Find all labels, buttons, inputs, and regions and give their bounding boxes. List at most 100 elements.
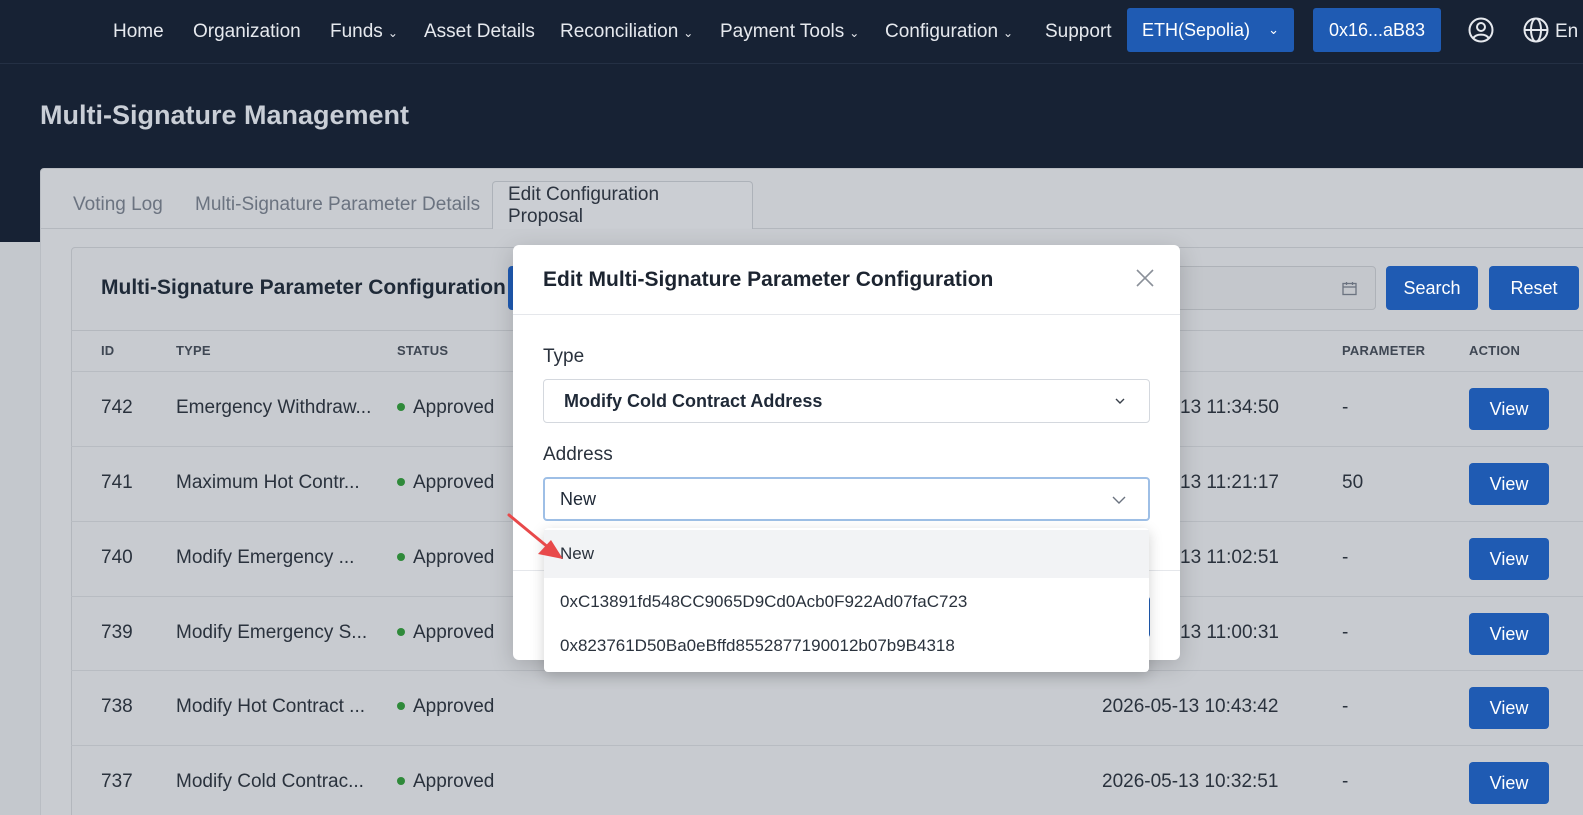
status-dot-icon	[397, 553, 405, 561]
view-button-label: View	[1489, 398, 1529, 419]
row-time: 2026-05-13 10:43:42	[1102, 696, 1279, 717]
address-option[interactable]: 0xC13891fd548CC9065D9Cd0Acb0F922Ad07faC7…	[544, 578, 1149, 626]
row-id: 740	[101, 547, 133, 568]
view-button[interactable]: View	[1469, 538, 1549, 580]
wallet-label: 0x16...aB83	[1328, 19, 1426, 40]
view-button[interactable]: View	[1469, 762, 1549, 804]
language-text: En	[1555, 21, 1579, 42]
annotation-arrow-icon	[507, 513, 563, 559]
row-time: 13 11:00:31	[1180, 622, 1279, 643]
status-dot-icon	[397, 777, 405, 785]
address-option-new[interactable]: New	[544, 530, 1149, 578]
row-id: 739	[101, 622, 133, 643]
view-button[interactable]: View	[1469, 613, 1549, 655]
network-label: ETH(Sepolia)	[1142, 19, 1251, 40]
status-badge: Approved	[397, 771, 494, 793]
tab-label: Edit Configuration Proposal	[508, 183, 660, 227]
chevron-down-icon: ⌄	[683, 26, 694, 40]
page-title: Multi-Signature Management	[40, 100, 410, 130]
type-select[interactable]: Modify Cold Contract Address	[543, 379, 1150, 423]
row-type: Modify Hot Contract ...	[176, 696, 366, 717]
status-dot-icon	[397, 403, 405, 411]
status-label: Approved	[413, 771, 495, 792]
search-button[interactable]: Search	[1386, 266, 1478, 310]
nav-funds[interactable]: Funds ⌄	[330, 0, 398, 64]
view-button[interactable]: View	[1469, 687, 1549, 729]
date-range-input[interactable]	[1170, 266, 1376, 310]
row-id: 741	[101, 472, 133, 493]
nav-asset-details-label: Asset Details	[424, 21, 535, 42]
status-badge: Approved	[397, 472, 494, 494]
nav-reconciliation[interactable]: Reconciliation ⌄	[560, 0, 693, 64]
status-label: Approved	[413, 622, 495, 643]
search-button-label: Search	[1403, 277, 1461, 298]
status-label: Approved	[413, 547, 495, 568]
row-parameter: -	[1342, 771, 1349, 792]
language-label[interactable]: En	[1555, 0, 1578, 64]
reset-button[interactable]: Reset	[1489, 266, 1579, 310]
nav-home[interactable]: Home	[113, 0, 164, 64]
type-label: Type	[543, 346, 585, 367]
row-time: 13 11:21:17	[1180, 472, 1279, 493]
nav-configuration-label: Configuration	[885, 21, 999, 42]
tab-edit-configuration-proposal[interactable]: Edit Configuration Proposal	[492, 181, 753, 229]
view-button-label: View	[1489, 772, 1529, 793]
address-dropdown: New 0xC13891fd548CC9065D9Cd0Acb0F922Ad07…	[544, 528, 1149, 672]
row-id: 738	[101, 696, 133, 717]
nav-funds-label: Funds	[330, 21, 383, 42]
nav-configuration[interactable]: Configuration ⌄	[885, 0, 1013, 64]
top-navbar: Home Organization Funds ⌄ Asset Details R…	[0, 0, 1583, 64]
column-header-status: STATUS	[397, 343, 449, 358]
nav-reconciliation-label: Reconciliation	[560, 21, 679, 42]
row-time: 13 11:02:51	[1180, 547, 1279, 568]
tab-voting-log[interactable]: Voting Log	[58, 181, 178, 229]
nav-support-label: Support	[1045, 21, 1112, 42]
nav-support[interactable]: Support	[1045, 0, 1112, 64]
option-label: 0x823761D50Ba0eBffd8552877190012b07b9B43…	[560, 636, 955, 655]
row-type: Maximum Hot Contr...	[176, 472, 360, 493]
column-header-parameter: PARAMETER	[1342, 343, 1426, 358]
view-button-label: View	[1489, 548, 1529, 569]
view-button[interactable]: View	[1469, 388, 1549, 430]
nav-organization-label: Organization	[193, 21, 301, 42]
row-parameter: -	[1342, 397, 1349, 418]
modal-divider	[513, 314, 1180, 315]
address-select-value: New	[560, 488, 597, 509]
row-parameter: 50	[1342, 472, 1364, 493]
nav-organization[interactable]: Organization	[193, 0, 301, 64]
column-header-id: ID	[101, 343, 115, 358]
status-label: Approved	[413, 472, 495, 493]
row-id: 737	[101, 771, 133, 792]
globe-icon[interactable]	[1522, 16, 1550, 44]
user-icon[interactable]	[1467, 16, 1495, 44]
wallet-address-button[interactable]: 0x16...aB83	[1313, 8, 1441, 52]
view-button-label: View	[1489, 473, 1529, 494]
nav-payment-tools[interactable]: Payment Tools ⌄	[720, 0, 859, 64]
chevron-down-icon	[1115, 398, 1125, 404]
nav-asset-details[interactable]: Asset Details	[424, 0, 535, 64]
address-option[interactable]: 0x823761D50Ba0eBffd8552877190012b07b9B43…	[544, 622, 1149, 670]
status-dot-icon	[397, 478, 405, 486]
row-parameter: -	[1342, 547, 1349, 568]
row-id: 742	[101, 397, 133, 418]
row-type: Emergency Withdraw...	[176, 397, 372, 418]
status-label: Approved	[413, 397, 495, 418]
row-parameter: -	[1342, 622, 1349, 643]
tab-multi-signature-parameter-details[interactable]: Multi-Signature Parameter Details	[180, 181, 495, 229]
status-badge: Approved	[397, 622, 494, 644]
close-icon[interactable]	[1134, 267, 1156, 289]
tab-label: Voting Log	[73, 194, 163, 215]
chevron-down-icon	[1112, 496, 1126, 504]
status-dot-icon	[397, 702, 405, 710]
row-time: 2026-05-13 10:32:51	[1102, 771, 1279, 792]
chevron-down-icon: ⌄	[1268, 22, 1279, 37]
modal-title: Edit Multi-Signature Parameter Configura…	[543, 268, 994, 291]
status-label: Approved	[413, 696, 495, 717]
nav-payment-tools-label: Payment Tools	[720, 21, 845, 42]
nav-home-label: Home	[113, 21, 164, 42]
view-button[interactable]: View	[1469, 463, 1549, 505]
network-select-button[interactable]: ETH(Sepolia) ⌄	[1127, 8, 1294, 52]
type-select-value: Modify Cold Contract Address	[564, 390, 823, 411]
row-type: Modify Emergency S...	[176, 622, 368, 643]
address-select[interactable]: New	[543, 477, 1150, 521]
